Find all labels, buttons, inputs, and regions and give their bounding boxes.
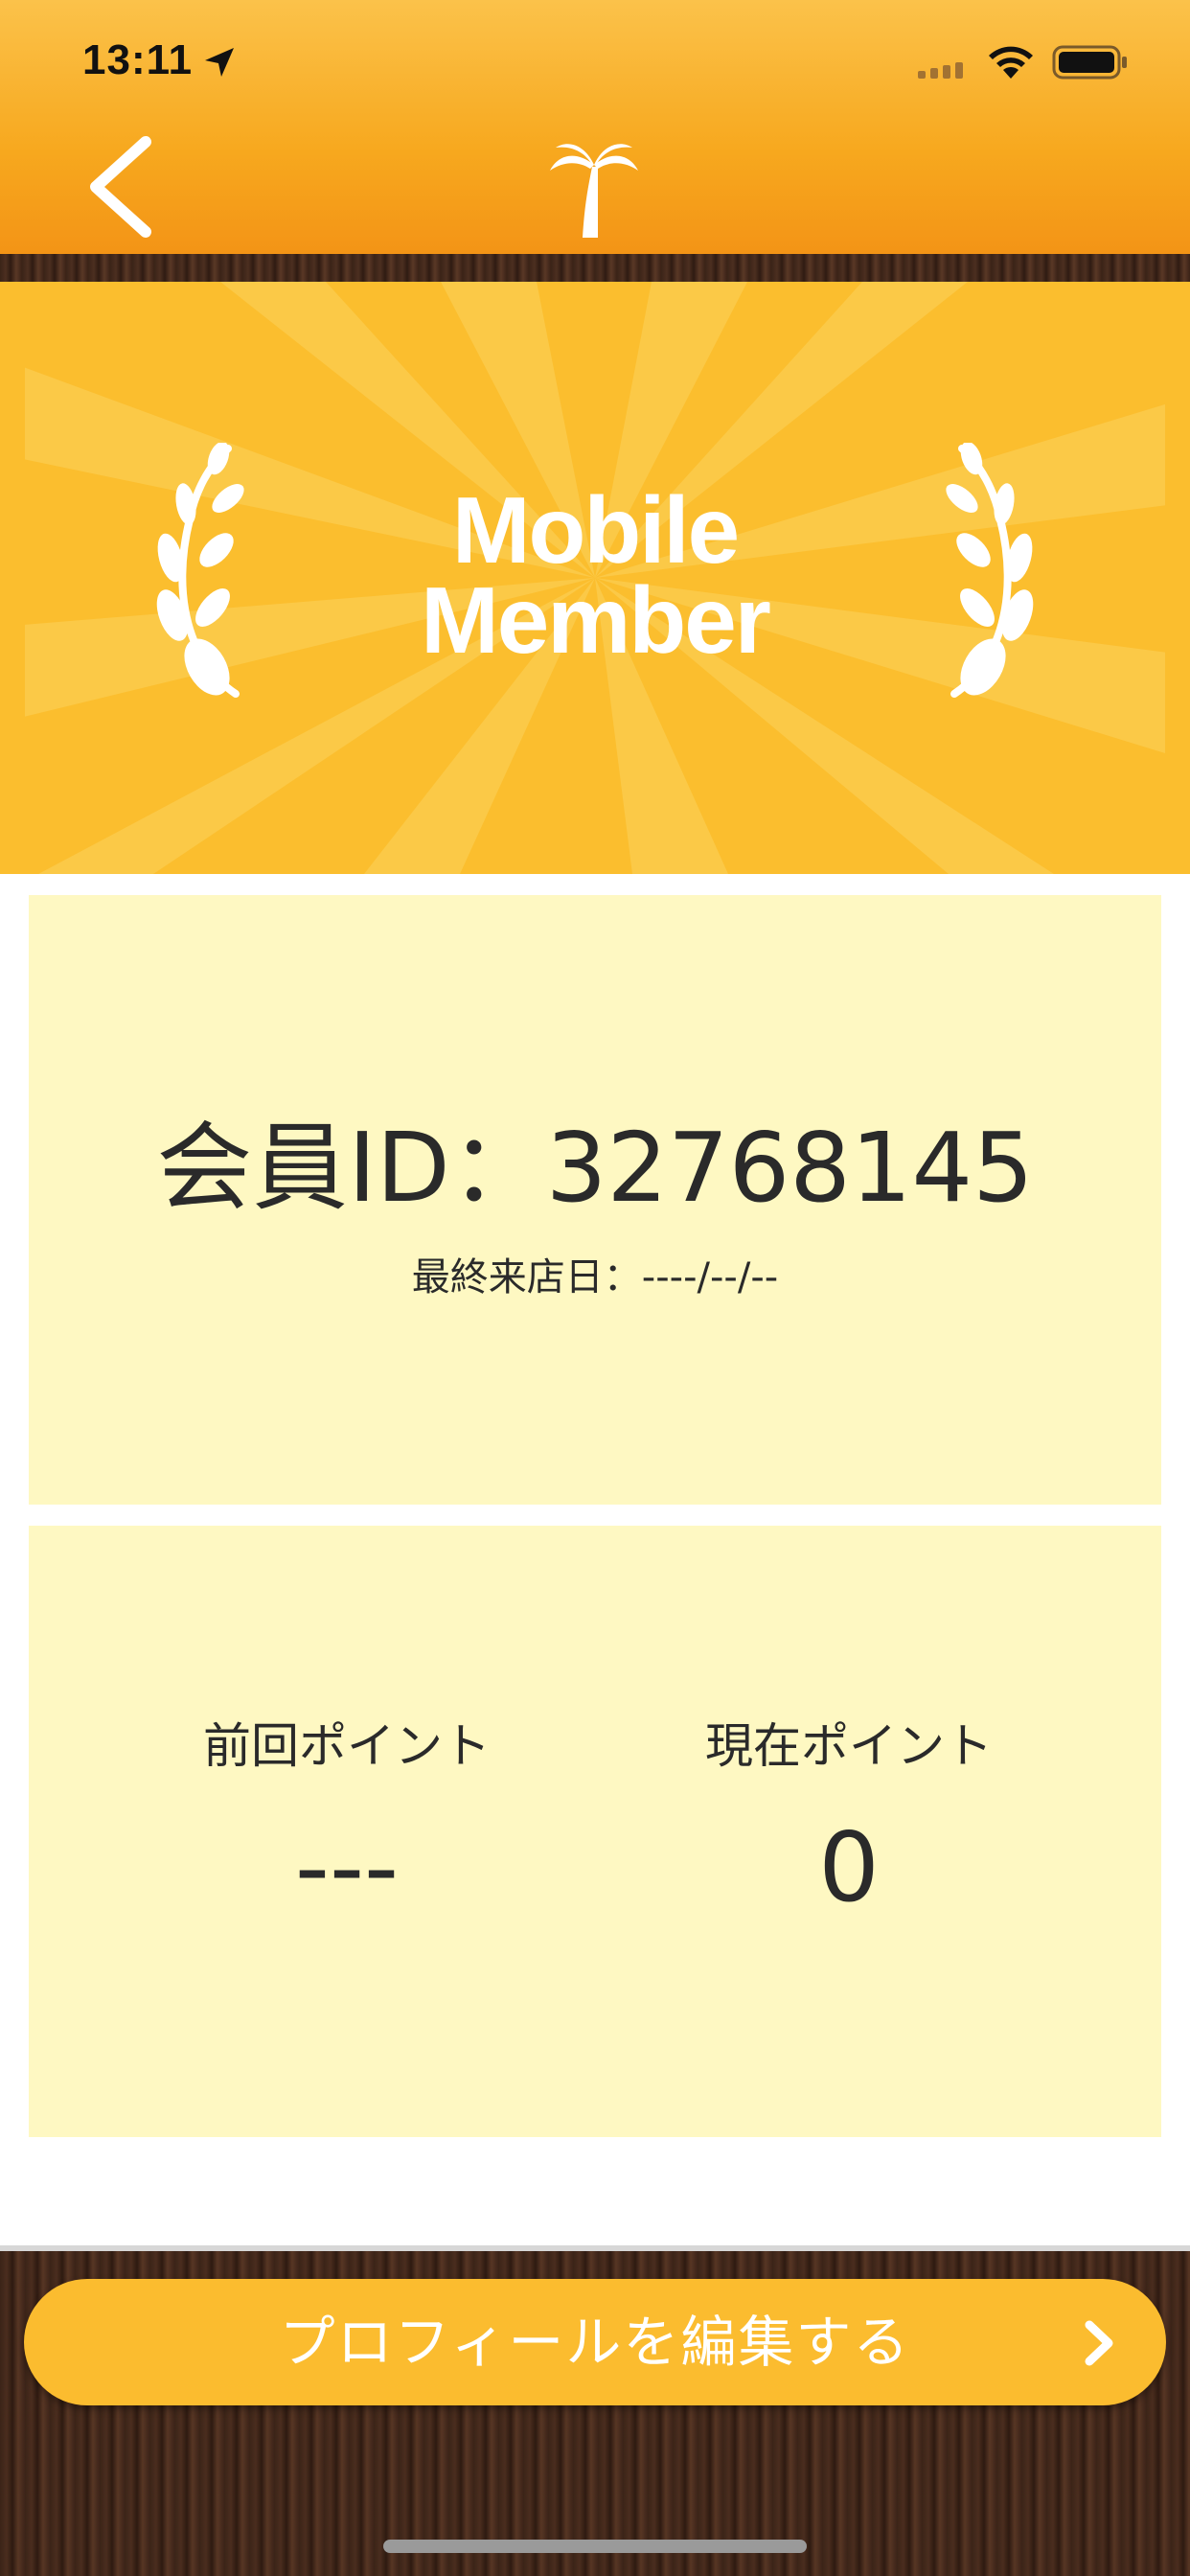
member-id: 会員ID：32768145 bbox=[29, 1116, 1161, 1221]
banner-title-line2: Member bbox=[421, 567, 771, 673]
last-visit: 最終来店日：----/--/-- bbox=[29, 1246, 1161, 1301]
chevron-right-icon bbox=[1085, 2320, 1113, 2366]
banner-title-line1: Mobile bbox=[451, 477, 740, 583]
last-visit-value: ----/--/-- bbox=[641, 1255, 779, 1300]
current-points-label: 現在ポイント bbox=[705, 1718, 993, 1774]
member-id-label: 会員ID： bbox=[156, 1112, 546, 1224]
battery-icon bbox=[1052, 45, 1127, 80]
status-time: 13:11 bbox=[82, 36, 194, 83]
wood-divider bbox=[0, 254, 1190, 282]
nav-header: 13:11 bbox=[0, 0, 1190, 254]
member-banner: Mobile Member bbox=[0, 282, 1190, 874]
cellular-signal-icon bbox=[918, 62, 963, 79]
location-arrow-icon bbox=[205, 48, 234, 77]
member-id-card: 会員ID：32768145 最終来店日：----/--/-- bbox=[29, 895, 1161, 1505]
points-card: 前回ポイント --- 現在ポイント 0 bbox=[29, 1526, 1161, 2137]
current-points: 現在ポイント 0 bbox=[619, 1708, 1079, 1920]
member-id-value: 32768145 bbox=[545, 1112, 1034, 1224]
edit-profile-button[interactable]: プロフィールを編集する bbox=[24, 2279, 1166, 2405]
last-visit-label: 最終来店日： bbox=[411, 1255, 642, 1300]
previous-points: 前回ポイント --- bbox=[117, 1708, 577, 1920]
chevron-left-icon bbox=[90, 136, 151, 238]
edit-profile-label: プロフィールを編集する bbox=[279, 2310, 911, 2375]
palm-tree-icon bbox=[550, 144, 638, 238]
home-indicator bbox=[383, 2540, 807, 2553]
wifi-icon bbox=[989, 46, 1033, 79]
back-button[interactable] bbox=[79, 134, 165, 240]
current-points-value: 0 bbox=[818, 1811, 880, 1923]
previous-points-label: 前回ポイント bbox=[203, 1718, 491, 1774]
previous-points-value: --- bbox=[294, 1811, 400, 1923]
